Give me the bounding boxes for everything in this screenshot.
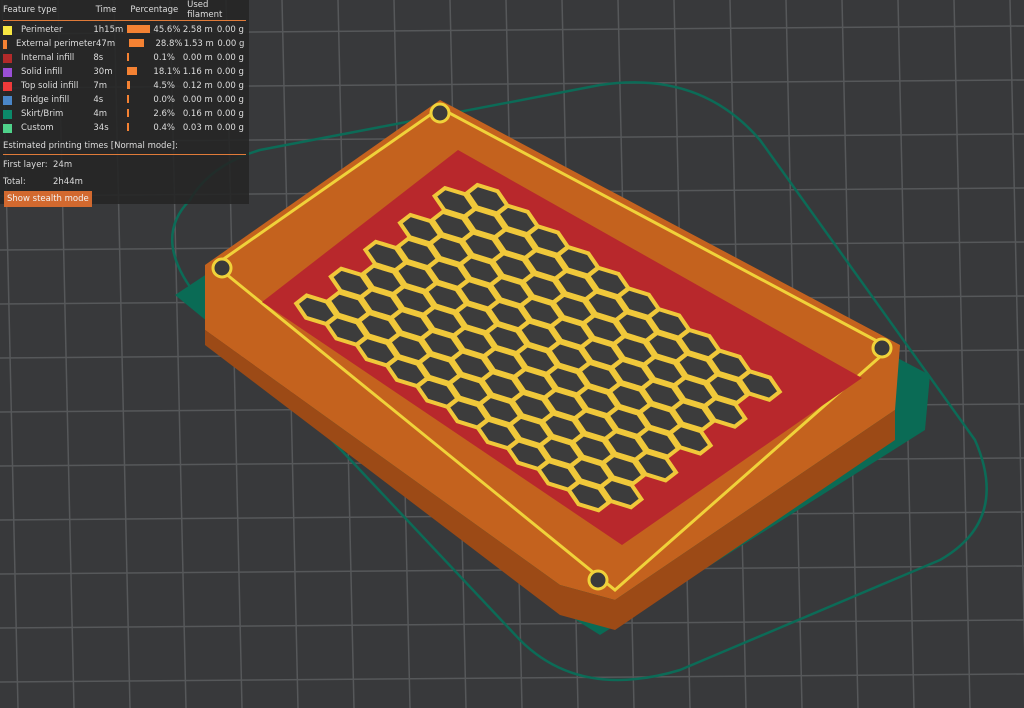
percentage-cell: 4.5% — [127, 80, 182, 92]
time-cell: 4m — [93, 109, 108, 119]
length-cell: 2.58 m — [182, 25, 213, 35]
percentage-bar — [127, 94, 129, 103]
header-used-filament: Used filament — [187, 0, 223, 20]
time-cell: 34s — [93, 123, 109, 133]
percentage-cell: 0.4% — [127, 122, 182, 134]
color-swatch — [3, 25, 12, 35]
percentage-value: 0.1% — [153, 53, 176, 63]
grid-line — [0, 619, 1024, 629]
first-layer-value: 24m — [53, 160, 73, 170]
percentage-bar — [127, 66, 137, 75]
length-cell: 1.16 m — [182, 67, 213, 77]
time-cell: 8s — [93, 53, 104, 63]
length-cell: 0.00 m — [182, 53, 213, 63]
feature-name: Solid infill — [21, 67, 63, 77]
weight-cell: 0.00 g — [217, 39, 245, 49]
color-swatch — [3, 53, 12, 63]
percentage-bar — [127, 108, 129, 117]
color-swatch — [3, 109, 12, 119]
feature-type-cell: Skirt/Brim — [3, 109, 93, 119]
percentage-cell: 28.8% — [129, 38, 183, 50]
feature-type-cell: Solid infill — [3, 67, 93, 77]
time-cell: 7m — [93, 81, 108, 91]
color-swatch — [3, 81, 12, 91]
total-value: 2h44m — [53, 177, 83, 187]
color-swatch — [3, 39, 7, 49]
legend-row[interactable]: Custom 34s 0.4% 0.03 m 0.00 g — [3, 121, 246, 135]
feature-name: Custom — [21, 123, 54, 133]
color-swatch — [3, 123, 12, 133]
grid-line — [1009, 0, 1024, 653]
percentage-cell: 18.1% — [127, 66, 182, 78]
percentage-value: 2.6% — [153, 109, 176, 119]
feature-name: Top solid infill — [21, 81, 79, 91]
percentage-cell: 0.0% — [127, 94, 182, 106]
legend-row[interactable]: Top solid infill 7m 4.5% 0.12 m 0.00 g — [3, 79, 246, 93]
feature-type-cell: Top solid infill — [3, 81, 93, 91]
weight-cell: 0.00 g — [216, 81, 244, 91]
percentage-bar — [127, 52, 129, 61]
grid-line — [953, 0, 971, 708]
feature-name: Skirt/Brim — [21, 109, 64, 119]
percentage-cell: 0.1% — [127, 52, 182, 64]
weight-cell: 0.00 g — [216, 25, 244, 35]
grid-line — [0, 673, 1024, 683]
percentage-bar — [127, 80, 130, 89]
color-swatch — [3, 67, 12, 77]
weight-cell: 0.00 g — [216, 95, 244, 105]
show-stealth-mode-button[interactable]: Show stealth mode — [4, 191, 92, 207]
percentage-value: 4.5% — [153, 81, 176, 91]
legend-panel: Feature type Time Percentage Used filame… — [0, 0, 249, 207]
time-cell: 30m — [93, 67, 113, 77]
percentage-cell: 45.6% — [127, 24, 182, 36]
legend-row[interactable]: Skirt/Brim 4m 2.6% 0.16 m 0.00 g — [3, 107, 246, 121]
feature-name: Bridge infill — [21, 95, 70, 105]
header-percentage: Percentage — [130, 5, 179, 15]
time-cell: 47m — [96, 39, 116, 49]
legend-row[interactable]: Perimeter 1h15m 45.6% 2.58 m 0.00 g — [3, 23, 246, 37]
legend-row[interactable]: Internal infill 8s 0.1% 0.00 m 0.00 g — [3, 51, 246, 65]
length-cell: 1.53 m — [183, 39, 214, 49]
feature-name: Perimeter — [21, 25, 63, 35]
weight-cell: 0.00 g — [216, 67, 244, 77]
time-cell: 1h15m — [93, 25, 124, 35]
feature-name: External perimeter — [15, 39, 96, 49]
weight-cell: 0.00 g — [216, 109, 244, 119]
feature-type-cell: External perimeter — [3, 39, 96, 49]
percentage-bar — [129, 38, 144, 47]
estimated-times-title: Estimated printing times [Normal mode]: — [3, 141, 246, 155]
first-layer-label: First layer: — [3, 160, 48, 170]
length-cell: 0.03 m — [182, 123, 213, 133]
color-swatch — [3, 95, 12, 105]
percentage-bar — [127, 24, 151, 33]
legend-row[interactable]: Bridge infill 4s 0.0% 0.00 m 0.00 g — [3, 93, 246, 107]
percentage-value: 0.4% — [153, 123, 176, 133]
legend-header: Feature type Time Percentage Used filame… — [3, 0, 246, 21]
percentage-value: 45.6% — [153, 25, 181, 35]
feature-type-cell: Perimeter — [3, 25, 93, 35]
feature-type-cell: Internal infill — [3, 53, 93, 63]
weight-cell: 0.00 g — [216, 53, 244, 63]
header-time: Time — [95, 5, 117, 15]
feature-type-cell: Custom — [3, 123, 93, 133]
percentage-value: 28.8% — [155, 39, 183, 49]
percentage-cell: 2.6% — [127, 108, 182, 120]
header-feature-type: Feature type — [3, 5, 57, 15]
length-cell: 0.12 m — [182, 81, 213, 91]
weight-cell: 0.00 g — [216, 123, 244, 133]
total-label: Total: — [3, 177, 26, 187]
percentage-value: 18.1% — [153, 67, 181, 77]
legend-row[interactable]: Solid infill 30m 18.1% 1.16 m 0.00 g — [3, 65, 246, 79]
time-cell: 4s — [93, 95, 104, 105]
length-cell: 0.00 m — [182, 95, 213, 105]
length-cell: 0.16 m — [182, 109, 213, 119]
legend-row[interactable]: External perimeter 47m 28.8% 1.53 m 0.00 g — [3, 37, 246, 51]
grid-line — [897, 0, 915, 708]
feature-type-cell: Bridge infill — [3, 95, 93, 105]
percentage-value: 0.0% — [153, 95, 176, 105]
feature-name: Internal infill — [21, 53, 75, 63]
percentage-bar — [127, 122, 129, 131]
